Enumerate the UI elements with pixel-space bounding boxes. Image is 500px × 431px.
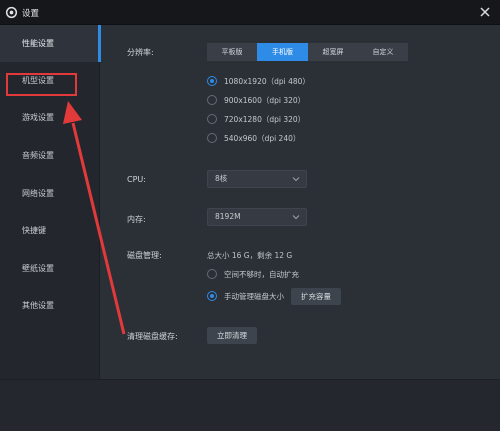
footer-bar	[0, 379, 500, 431]
resolution-option-540[interactable]: 540x960（dpi 240）	[207, 131, 347, 145]
cpu-select[interactable]: 8核	[207, 170, 307, 188]
disk-option-label: 手动管理磁盘大小	[224, 292, 284, 301]
radio-icon	[207, 95, 217, 105]
disk-option-label: 空间不够时，自动扩充	[224, 270, 299, 279]
resolution-option-1080[interactable]: 1080x1920（dpi 480）	[207, 74, 347, 88]
memory-select[interactable]: 8192M	[207, 208, 307, 226]
cache-label: 清理磁盘缓存:	[127, 332, 178, 341]
tab-tablet[interactable]: 平板版	[207, 43, 257, 61]
sidebar-item-other[interactable]: 其他设置	[0, 287, 100, 324]
disk-summary: 总大小 16 G，剩余 12 G	[207, 251, 293, 260]
resolution-option-900[interactable]: 900x1600（dpi 320）	[207, 93, 347, 107]
resolution-option-label: 900x1600（dpi 320）	[224, 96, 306, 105]
tab-custom[interactable]: 自定义	[358, 43, 408, 61]
resolution-label: 分辨率:	[127, 48, 154, 57]
resolution-option-label: 720x1280（dpi 320）	[224, 115, 306, 124]
tab-phone[interactable]: 手机版	[257, 43, 308, 61]
tab-ultrawide[interactable]: 超宽屏	[308, 43, 358, 61]
resolution-option-720[interactable]: 720x1280（dpi 320）	[207, 112, 347, 126]
sidebar-item-audio[interactable]: 音频设置	[0, 137, 100, 174]
window-title: 设置	[22, 9, 40, 19]
title-bar: 设置	[0, 0, 500, 25]
cpu-select-value: 8核	[215, 174, 228, 183]
memory-label: 内存:	[127, 215, 146, 224]
sidebar-item-shortcuts[interactable]: 快捷键	[0, 212, 100, 249]
annotation-highlight-box	[6, 73, 77, 96]
disk-option-auto[interactable]: 空间不够时，自动扩充	[207, 267, 347, 281]
expand-capacity-button[interactable]: 扩充容量	[291, 288, 341, 305]
close-icon[interactable]	[478, 5, 492, 19]
memory-select-value: 8192M	[215, 212, 241, 221]
clear-cache-button[interactable]: 立即清理	[207, 327, 257, 344]
radio-selected-icon	[207, 291, 217, 301]
radio-icon	[207, 114, 217, 124]
resolution-option-label: 540x960（dpi 240）	[224, 134, 301, 143]
sidebar-item-network[interactable]: 网络设置	[0, 175, 100, 212]
disk-label: 磁盘管理:	[127, 251, 162, 260]
sidebar-item-game[interactable]: 游戏设置	[0, 99, 100, 136]
sidebar-item-wallpaper[interactable]: 壁纸设置	[0, 250, 100, 287]
radio-icon	[207, 269, 217, 279]
chevron-down-icon	[292, 215, 300, 220]
cpu-label: CPU:	[127, 175, 146, 184]
settings-main-panel: 分辨率: 平板版 手机版 超宽屏 自定义 1080x1920（dpi 480） …	[101, 25, 500, 379]
sidebar-item-performance[interactable]: 性能设置	[0, 25, 101, 62]
resolution-option-label: 1080x1920（dpi 480）	[224, 77, 310, 86]
radio-icon	[207, 133, 217, 143]
disk-option-manual[interactable]: 手动管理磁盘大小	[207, 289, 292, 303]
radio-selected-icon	[207, 76, 217, 86]
chevron-down-icon	[292, 177, 300, 182]
gear-logo-icon	[5, 6, 18, 19]
